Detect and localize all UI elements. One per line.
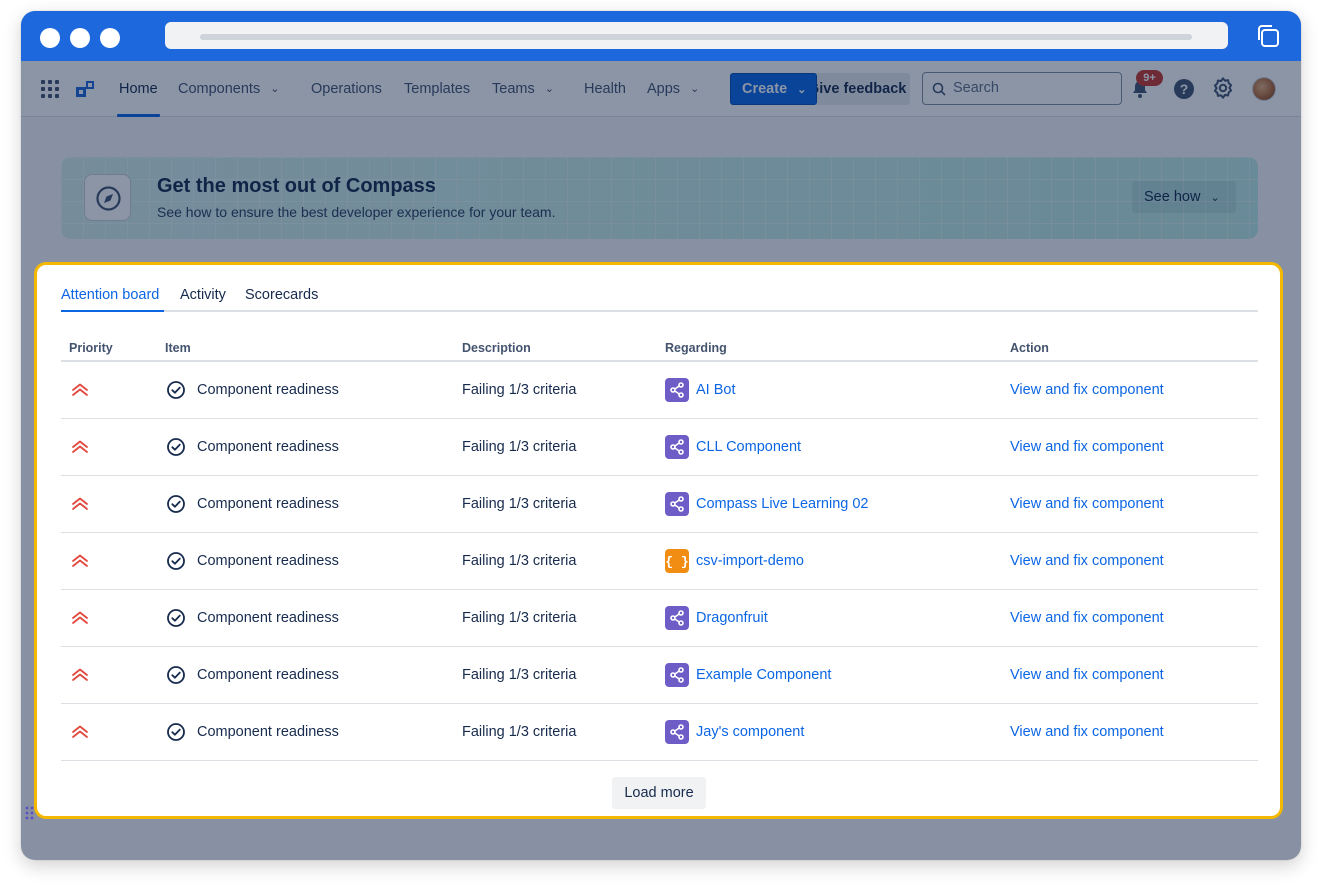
row-regarding-link[interactable]: Dragonfruit	[696, 590, 768, 646]
address-placeholder-line	[200, 34, 1192, 40]
tab-scorecards-label: Scorecards	[245, 287, 319, 303]
priority-highest-icon	[72, 611, 88, 624]
check-circle-icon	[167, 495, 185, 513]
table-row: Component readiness Failing 1/3 criteria…	[61, 476, 1258, 533]
row-regarding-link[interactable]: AI Bot	[696, 362, 736, 418]
row-regarding-link[interactable]: CLL Component	[696, 419, 801, 475]
row-action-link[interactable]: View and fix component	[1010, 476, 1164, 532]
row-action-link[interactable]: View and fix component	[1010, 419, 1164, 475]
row-action-link[interactable]: View and fix component	[1010, 704, 1164, 760]
row-item: Component readiness	[197, 610, 339, 626]
row-regarding-link[interactable]: Example Component	[696, 647, 831, 703]
window-close-dot[interactable]	[40, 28, 60, 48]
check-circle-icon	[167, 609, 185, 627]
row-action-link[interactable]: View and fix component	[1010, 533, 1164, 589]
priority-highest-icon	[72, 440, 88, 453]
row-action-link[interactable]: View and fix component	[1010, 362, 1164, 418]
service-component-icon	[665, 492, 689, 516]
table-row: Component readiness Failing 1/3 criteria…	[61, 533, 1258, 590]
tab-divider	[61, 310, 1258, 312]
row-item: Component readiness	[197, 496, 339, 512]
window-maximize-dot[interactable]	[100, 28, 120, 48]
row-regarding-link[interactable]: Compass Live Learning 02	[696, 476, 869, 532]
check-circle-icon	[167, 723, 185, 741]
check-circle-icon	[167, 381, 185, 399]
tab-activity-label: Activity	[180, 287, 226, 303]
window-minimize-dot[interactable]	[70, 28, 90, 48]
priority-highest-icon	[72, 668, 88, 681]
row-description: Failing 1/3 criteria	[462, 553, 577, 569]
row-item: Component readiness	[197, 553, 339, 569]
load-more-button[interactable]: Load more	[612, 777, 706, 809]
priority-highest-icon	[72, 383, 88, 396]
row-item: Component readiness	[197, 439, 339, 455]
row-description: Failing 1/3 criteria	[462, 382, 577, 398]
service-component-icon	[665, 720, 689, 744]
row-item: Component readiness	[197, 724, 339, 740]
priority-highest-icon	[72, 725, 88, 738]
row-regarding-link[interactable]: csv-import-demo	[696, 533, 804, 589]
row-action-link[interactable]: View and fix component	[1010, 647, 1164, 703]
service-component-icon	[665, 435, 689, 459]
tab-activity[interactable]: Activity	[180, 287, 226, 312]
row-description: Failing 1/3 criteria	[462, 724, 577, 740]
tab-attention-board[interactable]: Attention board	[61, 287, 159, 312]
library-component-icon: { }	[665, 549, 689, 573]
tab-scorecards[interactable]: Scorecards	[245, 287, 318, 312]
attention-board-panel: Attention board Activity Scorecards Prio…	[34, 262, 1283, 819]
service-component-icon	[665, 606, 689, 630]
column-header-item: Item	[165, 341, 191, 355]
column-header-action: Action	[1010, 341, 1049, 355]
table-row: Component readiness Failing 1/3 criteria…	[61, 647, 1258, 704]
table-row: Component readiness Failing 1/3 criteria…	[61, 362, 1258, 419]
svg-text:{ }: { }	[665, 555, 688, 570]
tab-active-indicator	[61, 310, 164, 312]
table-row: Component readiness Failing 1/3 criteria…	[61, 704, 1258, 761]
check-circle-icon	[167, 438, 185, 456]
table-row: Component readiness Failing 1/3 criteria…	[61, 590, 1258, 647]
column-header-priority: Priority	[69, 341, 113, 355]
row-item: Component readiness	[197, 382, 339, 398]
column-header-regarding: Regarding	[665, 341, 727, 355]
row-description: Failing 1/3 criteria	[462, 667, 577, 683]
row-item: Component readiness	[197, 667, 339, 683]
service-component-icon	[665, 378, 689, 402]
tab-attention-board-label: Attention board	[61, 287, 160, 303]
row-description: Failing 1/3 criteria	[462, 610, 577, 626]
priority-highest-icon	[72, 497, 88, 510]
load-more-label: Load more	[624, 785, 694, 801]
service-component-icon	[665, 663, 689, 687]
address-bar[interactable]	[165, 22, 1228, 49]
table-row: Component readiness Failing 1/3 criteria…	[61, 419, 1258, 476]
row-action-link[interactable]: View and fix component	[1010, 590, 1164, 646]
check-circle-icon	[167, 666, 185, 684]
browser-window: Home Components ⌄ Operations Templates Te…	[21, 11, 1301, 860]
priority-highest-icon	[72, 554, 88, 567]
copy-window-icon[interactable]	[1255, 23, 1281, 49]
row-description: Failing 1/3 criteria	[462, 496, 577, 512]
browser-chrome	[21, 11, 1301, 61]
row-regarding-link[interactable]: Jay's component	[696, 704, 804, 760]
row-description: Failing 1/3 criteria	[462, 439, 577, 455]
check-circle-icon	[167, 552, 185, 570]
column-header-description: Description	[462, 341, 531, 355]
